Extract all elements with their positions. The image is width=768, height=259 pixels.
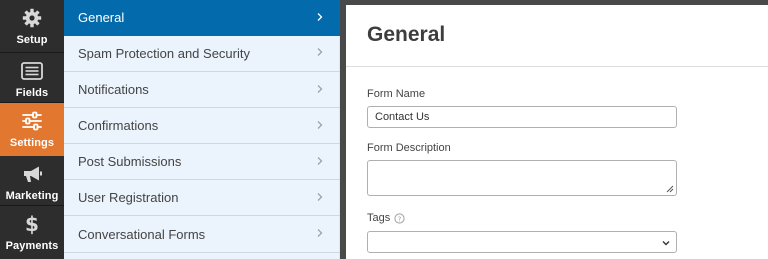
panel-item-label: Confirmations <box>78 118 159 133</box>
fields-list-icon <box>21 60 43 82</box>
panel-item-label: Spam Protection and Security <box>78 45 250 61</box>
settings-content: General Form Name Contact Us Form Descri… <box>346 5 768 259</box>
panel-item-post-submissions[interactable]: Post Submissions <box>64 144 340 180</box>
tags-select[interactable] <box>367 231 677 253</box>
help-icon[interactable]: ? <box>394 213 405 224</box>
sidebar-item-label: Payments <box>5 240 59 252</box>
panel-item-label: Notifications <box>78 82 149 97</box>
sidebar-item-settings[interactable]: Settings <box>0 103 64 156</box>
panel-item-confirmations[interactable]: Confirmations <box>64 108 340 144</box>
dollar-icon: $ <box>21 213 43 235</box>
builder-sidebar: Setup Fields Settings Marketing $ Paymen… <box>0 0 64 259</box>
svg-text:?: ? <box>398 215 402 223</box>
chevron-right-icon <box>317 48 323 56</box>
sidebar-item-payments[interactable]: $ Payments <box>0 206 64 258</box>
resize-handle-icon[interactable] <box>665 184 674 193</box>
sidebar-item-marketing[interactable]: Marketing <box>0 156 64 208</box>
chevron-right-icon <box>317 157 323 165</box>
sliders-icon <box>21 110 43 132</box>
form-name-label: Form Name <box>367 88 426 100</box>
megaphone-icon <box>21 163 43 185</box>
chevron-right-icon <box>317 85 323 93</box>
sidebar-item-label: Settings <box>9 137 55 149</box>
panel-item-user-registration[interactable]: User Registration <box>64 180 340 216</box>
page-title: General <box>367 23 446 46</box>
panel-item-conversational-forms[interactable]: Conversational Forms <box>64 216 340 253</box>
panel-item-spam-protection[interactable]: Spam Protection and Security <box>64 35 340 72</box>
sidebar-item-label: Marketing <box>5 190 59 202</box>
sidebar-item-fields[interactable]: Fields <box>0 53 64 105</box>
gear-icon <box>21 7 43 29</box>
panel-item-label: Conversational Forms <box>78 226 206 242</box>
form-name-value: Contact Us <box>375 111 430 123</box>
settings-panel: General Spam Protection and Security Not… <box>64 0 340 259</box>
sidebar-item-label: Setup <box>16 34 48 46</box>
svg-text:$: $ <box>25 213 39 235</box>
form-description-textarea[interactable] <box>367 160 677 196</box>
chevron-down-icon <box>662 241 670 246</box>
form-name-input[interactable]: Contact Us <box>367 106 677 128</box>
title-divider <box>346 66 768 67</box>
panel-item-general[interactable]: General <box>64 0 340 36</box>
form-description-label: Form Description <box>367 142 451 154</box>
panel-item-label: User Registration <box>78 190 179 205</box>
sidebar-item-label: Fields <box>15 87 49 99</box>
sidebar-item-setup[interactable]: Setup <box>0 0 64 52</box>
chevron-right-icon <box>317 229 323 237</box>
chevron-right-icon <box>317 121 323 129</box>
chevron-right-icon <box>317 193 323 201</box>
chevron-right-icon <box>317 13 323 21</box>
panel-item-notifications[interactable]: Notifications <box>64 72 340 108</box>
panel-item-label: Post Submissions <box>78 154 182 169</box>
panel-item-label: General <box>78 10 125 25</box>
tags-label: Tags <box>367 212 391 224</box>
